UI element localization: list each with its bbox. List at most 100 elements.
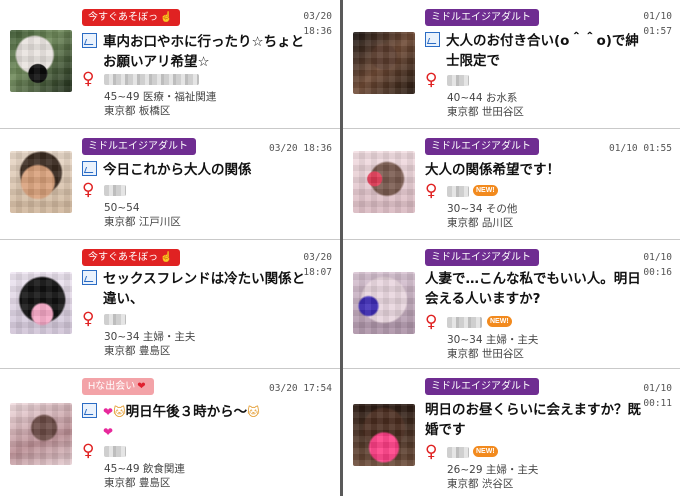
image-icon xyxy=(82,270,97,285)
profile-info: 45~49 医療・福祉関連 東京都 板橋区 xyxy=(104,90,216,118)
category-badge: 今すぐあそぼっ ☝ xyxy=(82,249,181,266)
blurred-username xyxy=(447,186,469,197)
avatar[interactable] xyxy=(10,30,72,92)
female-icon: ♀ xyxy=(82,180,95,200)
post-title[interactable]: 人妻で…こんな私でもいい人。明日会える人いますか? xyxy=(425,269,650,309)
pointing-hand-icon: ☝ xyxy=(160,12,173,23)
age-occupation: 50~54 xyxy=(104,202,140,214)
post-title-row[interactable]: 明日のお昼くらいに会えますか？既婚です xyxy=(425,400,650,440)
post-title-row[interactable]: セックスフレンドは冷たい関係と違い、 xyxy=(82,269,310,309)
female-icon: ♀ xyxy=(425,181,438,201)
avatar[interactable] xyxy=(10,403,72,465)
profile-info: 45~49 飲食関連 東京都 豊島区 xyxy=(104,462,185,490)
profile-info: 30~34 主婦・主夫 東京都 世田谷区 xyxy=(447,333,538,361)
female-icon: ♀ xyxy=(82,309,95,329)
avatar[interactable] xyxy=(353,32,415,94)
age-occupation: 40~44 お水系 xyxy=(447,92,518,104)
profile-info: 50~54 東京都 江戸川区 xyxy=(104,201,181,229)
avatar[interactable] xyxy=(353,404,415,466)
profile-info: 26~29 主婦・主夫 東京都 渋谷区 xyxy=(447,463,538,491)
post-datetime: 03/20 17:54 xyxy=(269,383,332,394)
age-occupation: 30~34 主婦・主夫 xyxy=(104,331,196,343)
post-title[interactable]: 車内お口やホに行ったり☆ちょとお願いアリ希望☆ xyxy=(103,32,310,72)
post-item[interactable]: Hな出会い ❤ 03/20 17:54 ❤🐱明日午後３時から～🐱 ❤ ♀ 45~49… xyxy=(0,369,340,496)
heart-icon: ❤ xyxy=(137,381,146,392)
area: 東京都 世田谷区 xyxy=(447,106,524,118)
post-item[interactable]: ミドルエイジアダルト 01/10 01:55 大人の関係希望です！ ♀ NEW!… xyxy=(343,129,680,240)
post-title-row[interactable]: 車内お口やホに行ったり☆ちょとお願いアリ希望☆ xyxy=(82,32,310,72)
post-title[interactable]: 今日これから大人の関係 xyxy=(103,160,310,180)
blurred-username xyxy=(104,74,199,85)
age-occupation: 30~34 その他 xyxy=(447,203,518,215)
category-badge: ミドルエイジアダルト xyxy=(425,138,539,155)
area: 東京都 板橋区 xyxy=(104,105,171,117)
category-badge: 今すぐあそぼっ ☝ xyxy=(82,9,181,26)
new-badge: NEW! xyxy=(473,446,498,457)
avatar[interactable] xyxy=(353,272,415,334)
post-item[interactable]: 今すぐあそぼっ ☝ 03/20 18:36 車内お口やホに行ったり☆ちょとお願いアリ… xyxy=(0,0,340,129)
profile-info: 30~34 その他 東京都 品川区 xyxy=(447,202,517,230)
category-badge: ミドルエイジアダルト xyxy=(425,378,539,395)
post-item[interactable]: ミドルエイジアダルト 03/20 18:36 今日これから大人の関係 ♀ 50~… xyxy=(0,129,340,240)
heart-icon: ❤ xyxy=(103,405,114,419)
category-badge: ミドルエイジアダルト xyxy=(425,249,539,266)
right-column: ミドルエイジアダルト 01/10 01:57 大人のお付き合い(o＾＾o)で紳士限… xyxy=(343,0,680,496)
cat-face-icon: 🐱 xyxy=(113,405,126,419)
image-icon xyxy=(82,403,97,418)
profile-info: 30~34 主婦・主夫 東京都 豊島区 xyxy=(104,330,195,358)
area: 東京都 豊島区 xyxy=(104,477,171,489)
blurred-username xyxy=(104,314,126,325)
post-datetime: 01/10 01:55 xyxy=(609,143,672,154)
category-badge: Hな出会い ❤ xyxy=(82,378,154,395)
post-title-row[interactable]: 今日これから大人の関係 xyxy=(82,160,310,180)
pointing-hand-icon: ☝ xyxy=(160,252,173,263)
post-title[interactable]: セックスフレンドは冷たい関係と違い、 xyxy=(103,269,310,309)
post-item[interactable]: 今すぐあそぼっ ☝ 03/20 18:07 セックスフレンドは冷たい関係と違い、 ♀… xyxy=(0,240,340,369)
blurred-username xyxy=(447,317,482,328)
new-badge: NEW! xyxy=(487,316,512,327)
post-title-row[interactable]: 大人のお付き合い(o＾＾o)で紳士限定で xyxy=(425,31,650,71)
female-icon: ♀ xyxy=(425,442,438,462)
female-icon: ♀ xyxy=(82,441,95,461)
age-occupation: 26~29 主婦・主夫 xyxy=(447,464,539,476)
post-title[interactable]: 大人の関係希望です！ xyxy=(425,160,650,180)
image-icon xyxy=(82,161,97,176)
post-title[interactable]: 大人のお付き合い(o＾＾o)で紳士限定で xyxy=(446,31,650,71)
avatar[interactable] xyxy=(10,151,72,213)
area: 東京都 品川区 xyxy=(447,217,514,229)
avatar[interactable] xyxy=(10,272,72,334)
image-icon xyxy=(82,33,97,48)
category-badge: ミドルエイジアダルト xyxy=(425,9,539,26)
post-title[interactable]: 明日のお昼くらいに会えますか？既婚です xyxy=(425,400,650,440)
female-icon: ♀ xyxy=(425,312,438,332)
blurred-username xyxy=(104,185,126,196)
age-occupation: 45~49 医療・福祉関連 xyxy=(104,91,217,103)
post-title-row[interactable]: 人妻で…こんな私でもいい人。明日会える人いますか? xyxy=(425,269,650,309)
heart-icon: ❤ xyxy=(103,425,114,439)
area: 東京都 世田谷区 xyxy=(447,348,524,360)
post-title-row[interactable]: 大人の関係希望です！ xyxy=(425,160,650,180)
post-title[interactable]: ❤🐱明日午後３時から～🐱 ❤ xyxy=(103,402,310,442)
area: 東京都 江戸川区 xyxy=(104,216,181,228)
age-occupation: 45~49 飲食関連 xyxy=(104,463,185,475)
blurred-username xyxy=(447,75,469,86)
cat-face-icon: 🐱 xyxy=(247,405,260,419)
post-item[interactable]: ミドルエイジアダルト 01/10 00:11 明日のお昼くらいに会えますか？既婚で… xyxy=(343,369,680,496)
age-occupation: 30~34 主婦・主夫 xyxy=(447,334,539,346)
post-item[interactable]: ミドルエイジアダルト 01/10 00:16 人妻で…こんな私でもいい人。明日会え… xyxy=(343,240,680,369)
area: 東京都 渋谷区 xyxy=(447,478,514,490)
profile-info: 40~44 お水系 東京都 世田谷区 xyxy=(447,91,524,119)
category-badge: ミドルエイジアダルト xyxy=(82,138,196,155)
avatar[interactable] xyxy=(353,151,415,213)
post-datetime: 03/20 18:36 xyxy=(269,143,332,154)
post-title-row[interactable]: ❤🐱明日午後３時から～🐱 ❤ xyxy=(82,402,310,442)
area: 東京都 豊島区 xyxy=(104,345,171,357)
left-column: 今すぐあそぼっ ☝ 03/20 18:36 車内お口やホに行ったり☆ちょとお願いアリ… xyxy=(0,0,340,496)
post-item[interactable]: ミドルエイジアダルト 01/10 01:57 大人のお付き合い(o＾＾o)で紳士限… xyxy=(343,0,680,129)
blurred-username xyxy=(104,446,126,457)
female-icon: ♀ xyxy=(82,69,95,89)
blurred-username xyxy=(447,447,469,458)
image-icon xyxy=(425,32,440,47)
new-badge: NEW! xyxy=(473,185,498,196)
female-icon: ♀ xyxy=(425,70,438,90)
